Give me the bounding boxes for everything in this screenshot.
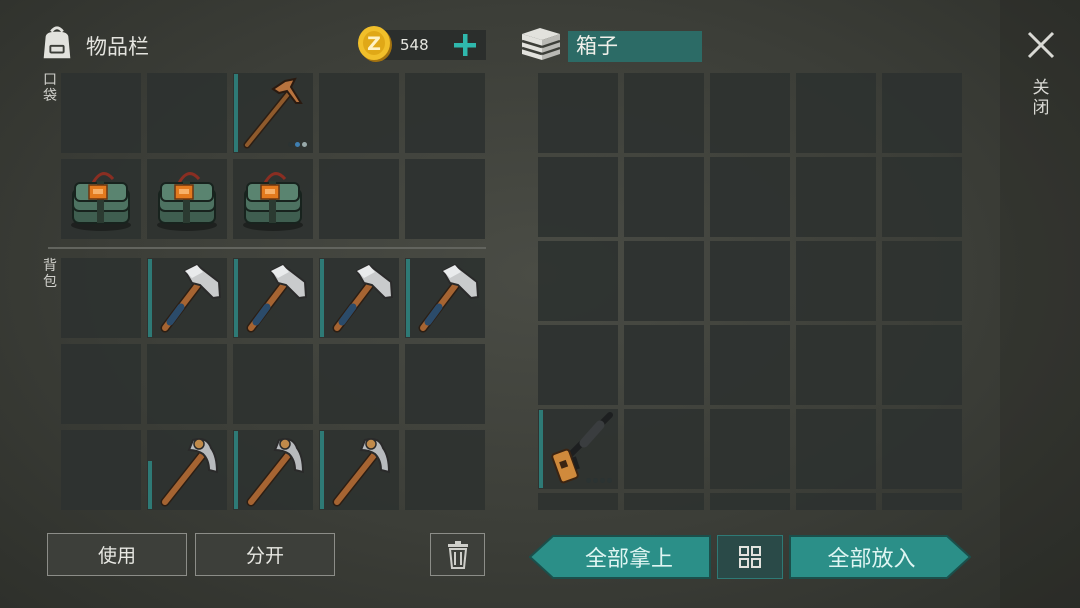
- chest-slot[interactable]: [624, 241, 704, 321]
- chest-slot[interactable]: [710, 241, 790, 321]
- coin-count: 548: [400, 36, 429, 54]
- backpack-slot[interactable]: [319, 430, 399, 510]
- chest-slot[interactable]: [882, 157, 962, 237]
- chest-slot[interactable]: [624, 325, 704, 405]
- hammer-icon: [319, 258, 399, 338]
- hammer-icon: [233, 258, 313, 338]
- backpack-slot[interactable]: [233, 258, 313, 338]
- section-divider: [48, 247, 486, 249]
- pickaxe-icon: [147, 430, 227, 510]
- backpack-slot[interactable]: [319, 258, 399, 338]
- grid-icon: [739, 546, 761, 568]
- chest-slot[interactable]: [710, 409, 790, 489]
- chest-slot[interactable]: [796, 73, 876, 153]
- backpack-slot[interactable]: [147, 258, 227, 338]
- hammer-icon: [405, 258, 485, 338]
- pocket-slot[interactable]: [405, 159, 485, 239]
- trash-icon: [447, 540, 468, 569]
- close-button[interactable]: 关闭: [1024, 28, 1058, 128]
- backpack-label: 背包: [43, 258, 57, 290]
- chest-slot[interactable]: [624, 73, 704, 153]
- chest-slot[interactable]: [538, 157, 618, 237]
- chest-slot[interactable]: [538, 325, 618, 405]
- pocket-slot[interactable]: [233, 73, 313, 153]
- chest-slot[interactable]: [624, 409, 704, 489]
- chest-slot[interactable]: [538, 493, 618, 510]
- backpack-slot[interactable]: [61, 344, 141, 424]
- backpack-slot[interactable]: [147, 344, 227, 424]
- backpack-slot[interactable]: [405, 258, 485, 338]
- c4-bomb-icon: [61, 159, 141, 239]
- chest-slot[interactable]: [796, 157, 876, 237]
- take-all-button[interactable]: 全部拿上: [529, 535, 711, 579]
- backpack-slot[interactable]: [61, 430, 141, 510]
- sort-button[interactable]: [717, 535, 783, 579]
- chest-slot[interactable]: [882, 73, 962, 153]
- chest-slot[interactable]: [710, 73, 790, 153]
- chest-slot[interactable]: [796, 241, 876, 321]
- pocket-slot[interactable]: [319, 159, 399, 239]
- add-coins-button[interactable]: [450, 30, 480, 60]
- use-button[interactable]: 使用: [47, 533, 187, 576]
- pocket-slot[interactable]: [147, 73, 227, 153]
- coin-icon: Z: [356, 24, 394, 64]
- chest-slot[interactable]: [538, 409, 618, 489]
- hammer-icon: [147, 258, 227, 338]
- chest-slot[interactable]: [624, 157, 704, 237]
- rifle-icon: [538, 409, 618, 489]
- ammo-dots: [586, 478, 612, 483]
- chest-slot[interactable]: [796, 493, 876, 510]
- chest-slot[interactable]: [882, 241, 962, 321]
- chest-slot[interactable]: [710, 493, 790, 510]
- ammo-dots: [288, 142, 307, 147]
- trash-button[interactable]: [430, 533, 485, 576]
- pocket-slot[interactable]: [61, 159, 141, 239]
- pocket-slot[interactable]: [61, 73, 141, 153]
- chest-slot[interactable]: [882, 409, 962, 489]
- chest-slot[interactable]: [796, 409, 876, 489]
- plus-icon: [454, 34, 476, 56]
- backpack-slot[interactable]: [61, 258, 141, 338]
- pocket-slot[interactable]: [233, 159, 313, 239]
- split-button[interactable]: 分开: [195, 533, 335, 576]
- pocket-label: 口袋: [43, 72, 57, 104]
- take-all-label: 全部拿上: [584, 547, 673, 572]
- chest-slot[interactable]: [538, 241, 618, 321]
- svg-text:Z: Z: [367, 33, 381, 55]
- chest-icon: [518, 24, 564, 64]
- pocket-slot[interactable]: [319, 73, 399, 153]
- backpack-slot[interactable]: [147, 430, 227, 510]
- backpack-slot[interactable]: [319, 344, 399, 424]
- put-all-button[interactable]: 全部放入: [789, 535, 971, 579]
- backpack-icon: [38, 24, 76, 62]
- chest-slot[interactable]: [710, 325, 790, 405]
- pocket-slot[interactable]: [405, 73, 485, 153]
- close-icon: [1027, 31, 1055, 59]
- backpack-slot[interactable]: [405, 344, 485, 424]
- chest-slot[interactable]: [710, 157, 790, 237]
- pocket-slot[interactable]: [147, 159, 227, 239]
- chest-slot[interactable]: [882, 493, 962, 510]
- backpack-slot[interactable]: [233, 344, 313, 424]
- c4-bomb-icon: [147, 159, 227, 239]
- chest-slot[interactable]: [538, 73, 618, 153]
- put-all-label: 全部放入: [827, 547, 916, 572]
- pickaxe-icon: [233, 430, 313, 510]
- chest-slot[interactable]: [796, 325, 876, 405]
- pickaxe-icon: [233, 73, 313, 153]
- backpack-slot[interactable]: [233, 430, 313, 510]
- backpack-slot[interactable]: [405, 430, 485, 510]
- inventory-title: 物品栏: [86, 35, 149, 59]
- close-label: 关闭: [1032, 78, 1050, 118]
- chest-slot[interactable]: [882, 325, 962, 405]
- pickaxe-icon: [319, 430, 399, 510]
- c4-bomb-icon: [233, 159, 313, 239]
- chest-slot[interactable]: [624, 493, 704, 510]
- container-title: 箱子: [568, 31, 702, 62]
